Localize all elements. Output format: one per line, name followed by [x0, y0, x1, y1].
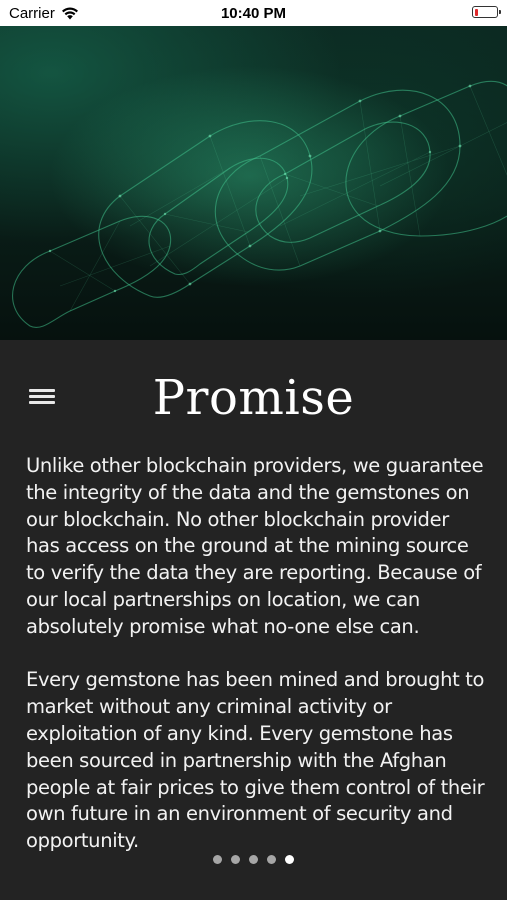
battery-level	[474, 8, 478, 16]
page-indicator[interactable]	[0, 855, 507, 864]
page-dot-2[interactable]	[231, 855, 240, 864]
status-time: 10:40 PM	[220, 5, 287, 22]
status-bar: Carrier 10:40 PM	[0, 0, 507, 26]
hero-image	[0, 26, 507, 340]
page-title: Promise	[152, 370, 355, 426]
blockchain-chain-icon	[12, 66, 507, 328]
body-text: Unlike other blockchain providers, we gu…	[26, 453, 488, 882]
paragraph: Unlike other blockchain providers, we gu…	[26, 454, 484, 638]
page-dot-1[interactable]	[213, 855, 222, 864]
battery-icon	[472, 6, 501, 18]
paragraph: Every gemstone has been mined and brough…	[26, 668, 485, 853]
page-dot-3[interactable]	[249, 855, 258, 864]
page-dot-4[interactable]	[267, 855, 276, 864]
page-dot-5[interactable]	[285, 855, 294, 864]
